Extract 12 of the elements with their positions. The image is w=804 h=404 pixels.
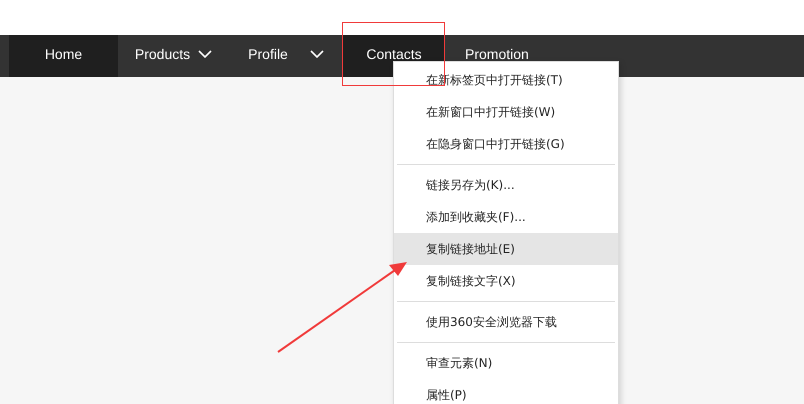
menu-item[interactable]: 在新窗口中打开链接(W) (394, 96, 618, 128)
menu-item[interactable]: 属性(P) (394, 379, 618, 404)
menu-item[interactable]: 链接另存为(K)... (394, 169, 618, 201)
menu-item[interactable]: 复制链接文字(X) (394, 265, 618, 297)
menu-item[interactable]: 复制链接地址(E) (394, 233, 618, 265)
nav-item[interactable]: Profile (229, 35, 343, 77)
nav-item[interactable]: Home (9, 35, 118, 77)
nav-item[interactable]: Products (118, 35, 229, 77)
menu-item[interactable]: 在隐身窗口中打开链接(G) (394, 128, 618, 160)
menu-item[interactable]: 审查元素(N) (394, 347, 618, 379)
menu-item[interactable]: 使用360安全浏览器下载 (394, 306, 618, 338)
menu-item[interactable]: 添加到收藏夹(F)... (394, 201, 618, 233)
